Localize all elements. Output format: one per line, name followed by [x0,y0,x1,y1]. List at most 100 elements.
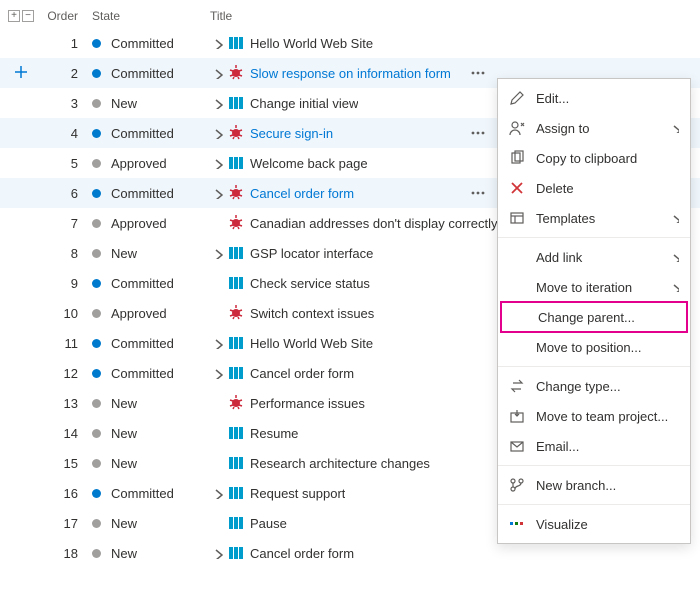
col-header-state[interactable]: State [92,9,210,23]
state-dot-icon [92,339,101,348]
table-row[interactable]: 1 Committed Hello World Web Site [0,28,700,58]
col-header-order[interactable]: Order [44,9,92,23]
menu-separator [498,504,690,505]
menu-item-templates[interactable]: Templates [498,203,690,233]
expand-chevron-icon[interactable] [210,426,224,440]
work-item-title[interactable]: Slow response on information form [250,66,451,81]
expand-chevron-icon[interactable] [210,336,224,350]
expand-chevron-icon[interactable] [210,156,224,170]
menu-item-label: Move to position... [536,340,680,355]
bug-icon [228,305,244,321]
expand-chevron-icon[interactable] [210,486,224,500]
work-item-title[interactable]: Performance issues [250,396,365,411]
work-item-title[interactable]: Research architecture changes [250,456,430,471]
row-actions-button[interactable] [468,64,488,82]
work-item-title[interactable]: Cancel order form [250,546,354,561]
menu-item-new-branch[interactable]: New branch... [498,470,690,500]
state-label: Committed [111,366,174,381]
work-item-title[interactable]: Resume [250,426,298,441]
work-item-title[interactable]: Check service status [250,276,370,291]
order-cell: 15 [44,456,92,471]
menu-item-assign-to[interactable]: Assign to [498,113,690,143]
state-label: New [111,396,137,411]
state-cell: Committed [92,36,210,51]
menu-item-edit[interactable]: Edit... [498,83,690,113]
expand-chevron-icon[interactable] [210,516,224,530]
state-dot-icon [92,99,101,108]
menu-item-label: Move to iteration [536,280,668,295]
menu-item-label: Templates [536,211,668,226]
work-item-title[interactable]: Change initial view [250,96,358,111]
expand-chevron-icon[interactable] [210,36,224,50]
work-item-title[interactable]: Cancel order form [250,366,354,381]
order-cell: 3 [44,96,92,111]
expand-chevron-icon[interactable] [210,246,224,260]
bug-icon [228,215,244,231]
state-cell: Approved [92,216,210,231]
menu-item-move-to-team-project[interactable]: Move to team project... [498,401,690,431]
menu-item-email[interactable]: Email... [498,431,690,461]
work-item-title[interactable]: Canadian addresses don't display correct… [250,216,497,231]
expand-chevron-icon[interactable] [210,456,224,470]
menu-item-add-link[interactable]: Add link [498,242,690,272]
work-item-title[interactable]: Welcome back page [250,156,368,171]
submenu-chevron-icon [668,252,680,262]
expand-chevron-icon[interactable] [210,306,224,320]
menu-item-copy-to-clipboard[interactable]: Copy to clipboard [498,143,690,173]
state-label: Committed [111,36,174,51]
delete-icon [508,179,526,197]
work-item-title[interactable]: Request support [250,486,345,501]
expand-chevron-icon[interactable] [210,186,224,200]
menu-item-move-to-iteration[interactable]: Move to iteration [498,272,690,302]
menu-item-label: Move to team project... [536,409,680,424]
expand-chevron-icon[interactable] [210,66,224,80]
expand-all-button[interactable]: + [8,10,20,22]
state-cell: New [92,246,210,261]
expand-chevron-icon[interactable] [210,396,224,410]
menu-item-visualize[interactable]: Visualize [498,509,690,539]
col-header-title[interactable]: Title [210,9,700,23]
menu-item-delete[interactable]: Delete [498,173,690,203]
title-cell[interactable]: Cancel order form [210,545,700,561]
state-dot-icon [92,249,101,258]
collapse-all-button[interactable]: − [22,10,34,22]
state-cell: Approved [92,156,210,171]
expand-chevron-icon[interactable] [210,546,224,560]
menu-item-change-type[interactable]: Change type... [498,371,690,401]
expand-collapse-controls: + − [0,10,44,22]
expand-chevron-icon[interactable] [210,96,224,110]
work-item-title[interactable]: Cancel order form [250,186,354,201]
state-dot-icon [92,459,101,468]
order-cell: 1 [44,36,92,51]
state-cell: Approved [92,306,210,321]
templates-icon [508,209,526,227]
bug-icon [228,125,244,141]
menu-item-move-to-position[interactable]: Move to position... [498,332,690,362]
work-item-title[interactable]: GSP locator interface [250,246,373,261]
state-dot-icon [92,519,101,528]
row-actions-button[interactable] [468,124,488,142]
state-cell: New [92,456,210,471]
work-item-title[interactable]: Secure sign-in [250,126,333,141]
work-item-title[interactable]: Switch context issues [250,306,374,321]
work-item-title[interactable]: Hello World Web Site [250,336,373,351]
menu-item-change-parent[interactable]: Change parent... [500,301,688,333]
state-cell: Committed [92,186,210,201]
row-actions-button[interactable] [468,184,488,202]
state-dot-icon [92,219,101,228]
state-dot-icon [92,309,101,318]
expand-chevron-icon[interactable] [210,216,224,230]
work-item-title[interactable]: Pause [250,516,287,531]
expand-chevron-icon[interactable] [210,366,224,380]
work-item-title[interactable]: Hello World Web Site [250,36,373,51]
state-dot-icon [92,399,101,408]
state-dot-icon [92,279,101,288]
context-menu: Edit...Assign toCopy to clipboardDelete T… [497,78,691,544]
expand-chevron-icon[interactable] [210,126,224,140]
order-cell: 18 [44,546,92,561]
state-label: New [111,426,137,441]
add-child-button[interactable] [12,63,30,81]
state-label: Committed [111,486,174,501]
expand-chevron-icon[interactable] [210,276,224,290]
title-cell[interactable]: Hello World Web Site [210,35,700,51]
